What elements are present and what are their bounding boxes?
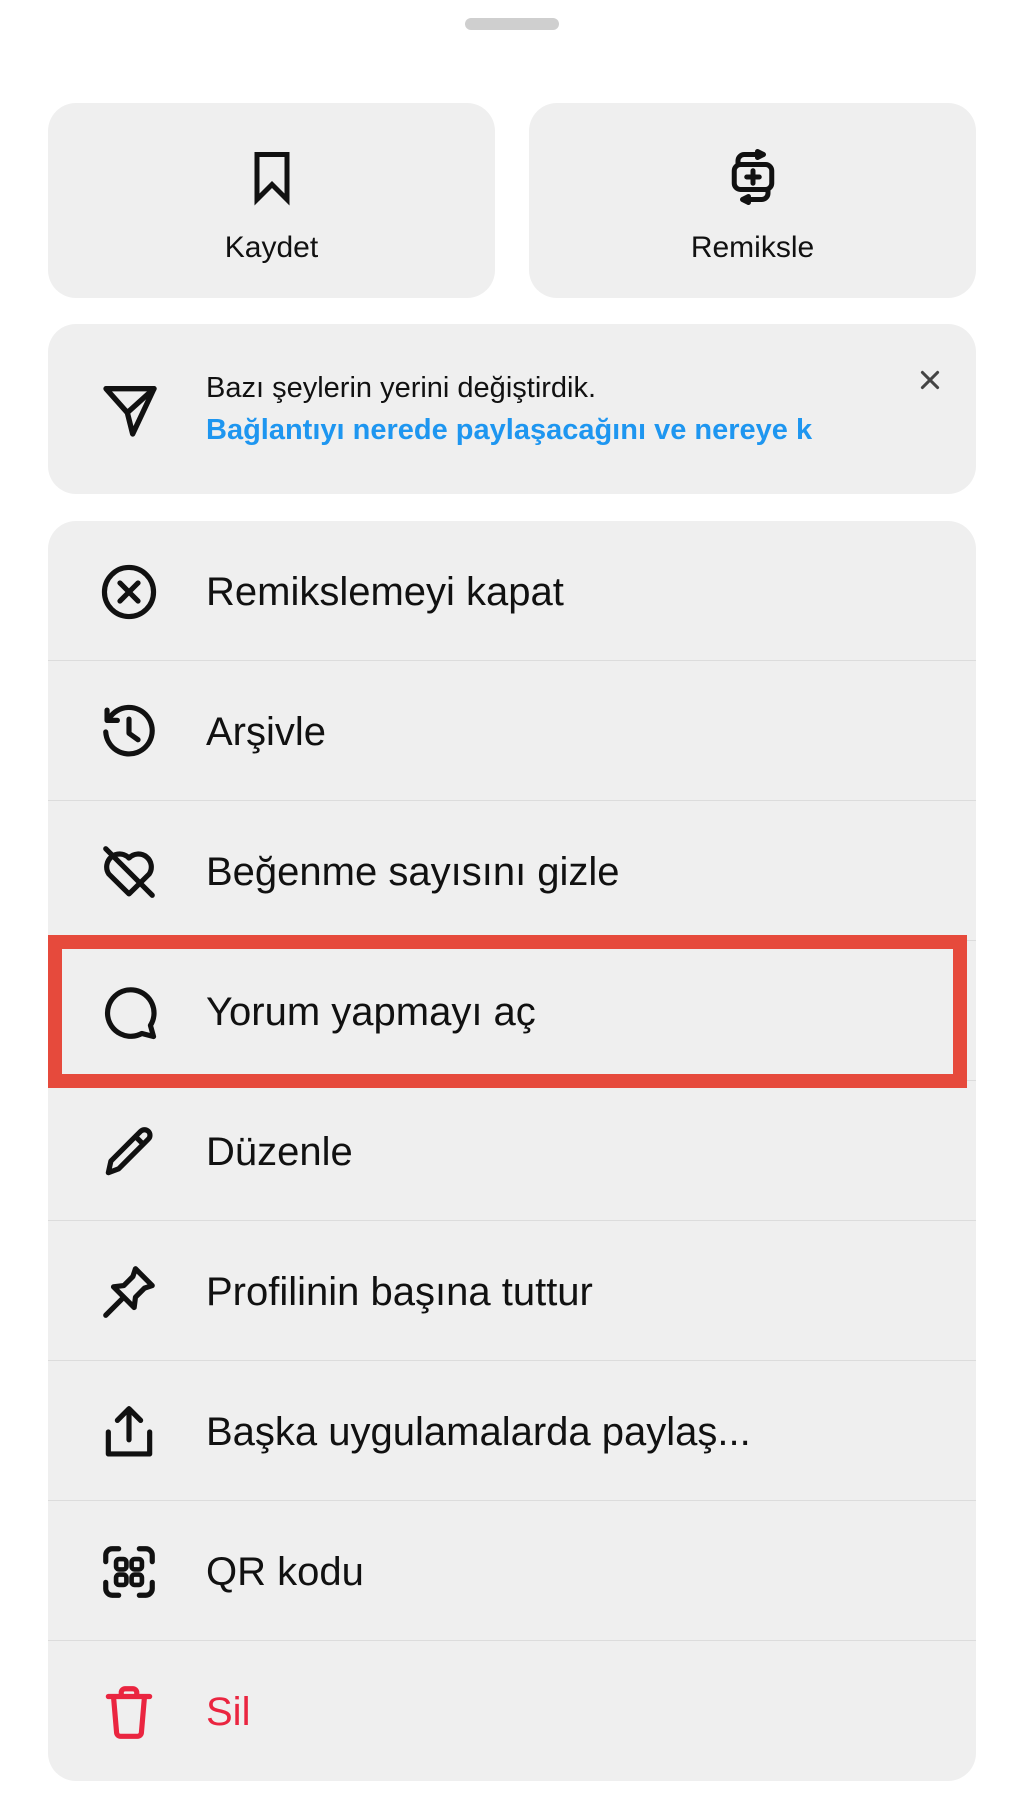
menu-item-archive[interactable]: Arşivle bbox=[48, 661, 976, 801]
share-icon bbox=[105, 1406, 153, 1457]
save-button[interactable]: Kaydet bbox=[48, 103, 495, 298]
save-label: Kaydet bbox=[224, 231, 319, 264]
notice-link[interactable]: Bağlantıyı nerede paylaşacağını ve nerey… bbox=[206, 412, 922, 448]
options-menu: Remikslemeyi kapat Arşivle Beğenme sayıs… bbox=[48, 521, 976, 1781]
menu-item-delete[interactable]: Sil bbox=[48, 1641, 976, 1781]
remix-button[interactable]: Remiksle bbox=[529, 103, 976, 298]
remix-label: Remiksle bbox=[690, 231, 815, 264]
menu-item-disable-remix[interactable]: Remikslemeyi kapat bbox=[48, 521, 976, 661]
heart-off-icon bbox=[103, 846, 155, 898]
menu-item-label: Remikslemeyi kapat bbox=[206, 570, 564, 614]
notice-text: Bazı şeylerin yerini değiştirdik. Bağlan… bbox=[206, 370, 922, 448]
archive-history-icon bbox=[103, 704, 155, 757]
trash-icon bbox=[105, 1686, 153, 1739]
close-icon bbox=[920, 370, 940, 390]
remix-icon bbox=[731, 149, 774, 205]
menu-item-edit[interactable]: Düzenle bbox=[48, 1081, 976, 1221]
qr-code-icon bbox=[103, 1546, 155, 1598]
menu-item-hide-like-count[interactable]: Beğenme sayısını gizle bbox=[48, 801, 976, 941]
menu-item-label: Sil bbox=[206, 1690, 251, 1734]
notice-title: Bazı şeylerin yerini değiştirdik. bbox=[206, 372, 597, 404]
sheet-grabber[interactable] bbox=[465, 18, 559, 30]
menu-item-label: Yorum yapmayı aç bbox=[206, 990, 536, 1034]
menu-item-share-other-apps[interactable]: Başka uygulamalarda paylaş... bbox=[48, 1361, 976, 1501]
menu-item-label: QR kodu bbox=[206, 1550, 364, 1594]
menu-item-label: Başka uygulamalarda paylaş... bbox=[206, 1410, 751, 1454]
bookmark-icon bbox=[254, 152, 289, 206]
notice-close-button[interactable] bbox=[908, 358, 952, 402]
menu-item-label: Arşivle bbox=[206, 710, 327, 754]
pin-icon bbox=[103, 1266, 155, 1318]
pencil-icon bbox=[105, 1127, 153, 1176]
menu-item-pin-to-profile[interactable]: Profilinin başına tuttur bbox=[48, 1221, 976, 1361]
menu-item-turn-on-comments[interactable]: Yorum yapmayı aç bbox=[48, 941, 976, 1081]
menu-item-label: Profilinin başına tuttur bbox=[206, 1270, 593, 1314]
top-actions: Kaydet Remiksle bbox=[48, 103, 976, 298]
circle-x-icon bbox=[101, 564, 157, 620]
comment-icon bbox=[104, 987, 157, 1040]
menu-item-label: Düzenle bbox=[206, 1130, 353, 1174]
notice-banner[interactable]: Bazı şeylerin yerini değiştirdik. Bağlan… bbox=[48, 324, 976, 494]
menu-item-label: Beğenme sayısını gizle bbox=[206, 850, 620, 894]
send-icon bbox=[103, 386, 157, 437]
menu-item-qr-code[interactable]: QR kodu bbox=[48, 1501, 976, 1641]
